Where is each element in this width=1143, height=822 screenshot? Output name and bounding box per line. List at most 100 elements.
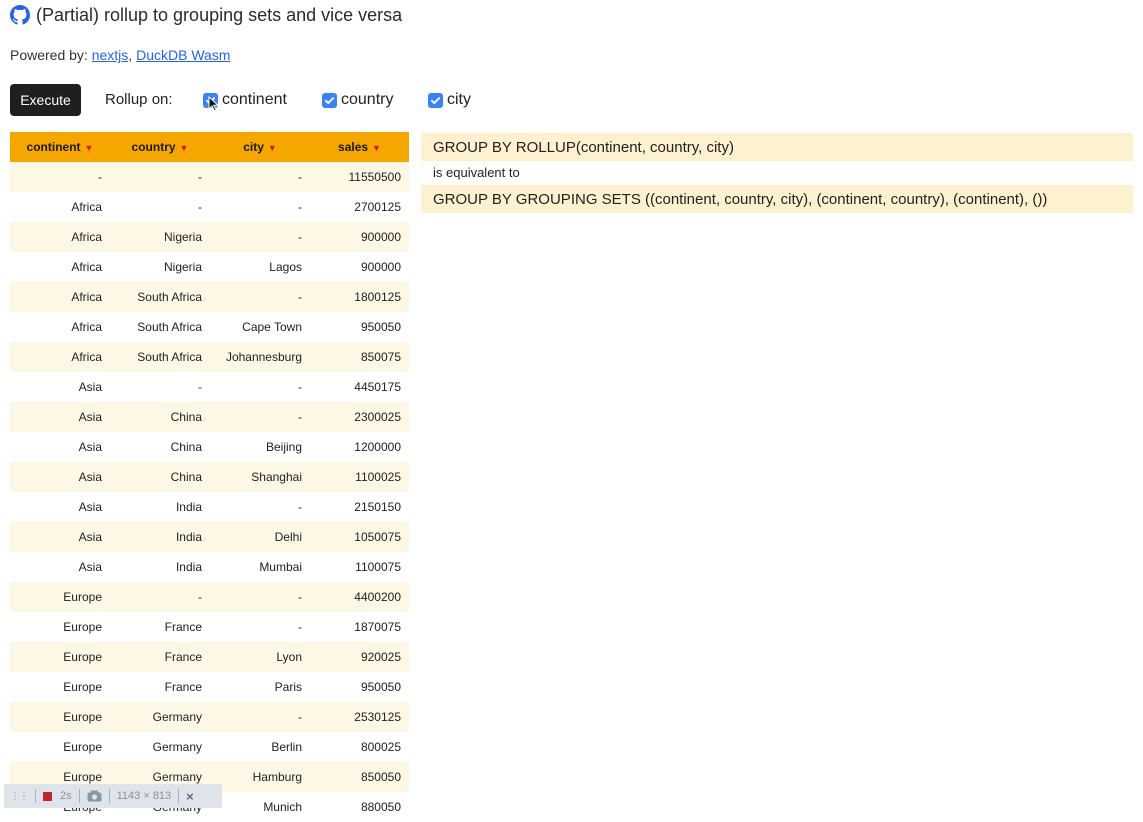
column-header-country[interactable]: country ▼ <box>110 132 210 162</box>
table-row: - - -11550500 <box>10 162 409 192</box>
table-row: Asia China -2300025 <box>10 402 409 432</box>
execute-button[interactable]: Execute <box>10 84 81 116</box>
cell-continent: Asia <box>10 372 110 402</box>
cell-continent: Asia <box>10 522 110 552</box>
column-header-continent[interactable]: continent ▼ <box>10 132 110 162</box>
check-icon <box>428 92 443 108</box>
cell-continent: Europe <box>10 582 110 612</box>
table-row: Africa South Africa -1800125 <box>10 282 409 312</box>
duckdb-wasm-link[interactable]: DuckDB Wasm <box>136 47 230 63</box>
cell-country: India <box>110 522 210 552</box>
cell-city: Hamburg <box>210 762 310 792</box>
cell-country: India <box>110 552 210 582</box>
cell-continent: Asia <box>10 462 110 492</box>
table-row: Europe Germany Berlin 800025 <box>10 732 409 762</box>
table-body: - - -11550500 Africa - -2700125 Africa Nigeria -… <box>10 162 409 822</box>
cell-country: Nigeria <box>110 252 210 282</box>
cell-sales: 2530125 <box>310 702 409 732</box>
checkbox-city[interactable]: city <box>428 91 471 109</box>
drag-handle-icon[interactable]: ⋮⋮ <box>10 791 29 802</box>
cell-city: Delhi <box>210 522 310 552</box>
link-separator: , <box>128 47 133 63</box>
table-row: Asia India -2150150 <box>10 492 409 522</box>
caret-down-icon: ▼ <box>267 143 277 153</box>
cell-city: Shanghai <box>210 462 310 492</box>
cell-sales: 850075 <box>310 342 409 372</box>
record-stop-icon[interactable] <box>43 791 52 801</box>
cell-city: Lyon <box>210 642 310 672</box>
grouping-sets-sql: GROUP BY GROUPING SETS ((continent, coun… <box>421 185 1133 213</box>
table-row: Europe France Paris 950050 <box>10 672 409 702</box>
table-row: Africa South Africa Cape Town 950050 <box>10 312 409 342</box>
cell-sales: 1870075 <box>310 612 409 642</box>
table-row: Europe France -1870075 <box>10 612 409 642</box>
title-text: (Partial) rollup to grouping sets and vi… <box>36 4 403 25</box>
cell-city: - <box>210 372 310 402</box>
cell-country: South Africa <box>110 342 210 372</box>
cell-city: Lagos <box>210 252 310 282</box>
cell-city: Cape Town <box>210 312 310 342</box>
rollup-on-label: Rollup on: <box>105 91 173 108</box>
table-row: Europe Germany -2530125 <box>10 702 409 732</box>
cell-sales: 850050 <box>310 762 409 792</box>
column-header-label: country <box>131 140 176 154</box>
column-header-city[interactable]: city ▼ <box>210 132 310 162</box>
nextjs-link[interactable]: nextjs <box>92 47 129 63</box>
cell-sales: 2700125 <box>310 192 409 222</box>
table-row: Asia - -4450175 <box>10 372 409 402</box>
table-row: Africa Nigeria -900000 <box>10 222 409 252</box>
cell-sales: 950050 <box>310 312 409 342</box>
cell-continent: Asia <box>10 432 110 462</box>
cell-country: France <box>110 612 210 642</box>
cell-continent: Africa <box>10 312 110 342</box>
cell-sales: 950050 <box>310 672 409 702</box>
cell-sales: 4400200 <box>310 582 409 612</box>
column-header-label: continent <box>26 140 81 154</box>
checkbox-continent-label: continent <box>222 91 287 108</box>
cell-country: Nigeria <box>110 222 210 252</box>
cell-sales: 900000 <box>310 222 409 252</box>
powered-by-label: Powered by: <box>10 47 88 63</box>
checkbox-country[interactable]: country <box>322 91 393 109</box>
checkbox-country-label: country <box>341 91 394 108</box>
table-row: Asia China Beijing 1200000 <box>10 432 409 462</box>
camera-icon[interactable] <box>87 790 102 802</box>
cell-continent: - <box>10 162 110 192</box>
cell-sales: 900000 <box>310 252 409 282</box>
cell-city: Paris <box>210 672 310 702</box>
cell-continent: Africa <box>10 222 110 252</box>
cell-country: - <box>110 372 210 402</box>
table-row: Africa Nigeria Lagos 900000 <box>10 252 409 282</box>
cell-sales: 1100075 <box>310 552 409 582</box>
cell-sales: 1800125 <box>310 282 409 312</box>
cell-continent: Africa <box>10 342 110 372</box>
table-row: Asia India Mumbai 1100075 <box>10 552 409 582</box>
cell-sales: 11550500 <box>310 162 409 192</box>
cell-sales: 2150150 <box>310 492 409 522</box>
cell-country: France <box>110 642 210 672</box>
cell-country: South Africa <box>110 282 210 312</box>
page-title: (Partial) rollup to grouping sets and vi… <box>10 4 402 26</box>
cell-city: - <box>210 702 310 732</box>
equivalence-text: is equivalent to <box>433 165 520 180</box>
cell-country: - <box>110 162 210 192</box>
close-icon[interactable]: × <box>186 789 194 804</box>
cell-sales: 920025 <box>310 642 409 672</box>
cell-city: - <box>210 402 310 432</box>
cell-continent: Asia <box>10 492 110 522</box>
cell-country: China <box>110 402 210 432</box>
column-header-sales[interactable]: sales ▼ <box>310 132 409 162</box>
cell-city: Mumbai <box>210 552 310 582</box>
table-row: Europe France Lyon 920025 <box>10 642 409 672</box>
divider <box>35 789 36 803</box>
checkbox-city-label: city <box>447 91 471 108</box>
cell-sales: 1200000 <box>310 432 409 462</box>
cell-continent: Asia <box>10 552 110 582</box>
cell-sales: 1100025 <box>310 462 409 492</box>
cell-continent: Africa <box>10 252 110 282</box>
cell-continent: Europe <box>10 702 110 732</box>
rollup-sql: GROUP BY ROLLUP(continent, country, city… <box>421 133 1133 161</box>
cell-country: - <box>110 582 210 612</box>
cell-sales: 2300025 <box>310 402 409 432</box>
mouse-cursor-icon <box>208 96 220 112</box>
